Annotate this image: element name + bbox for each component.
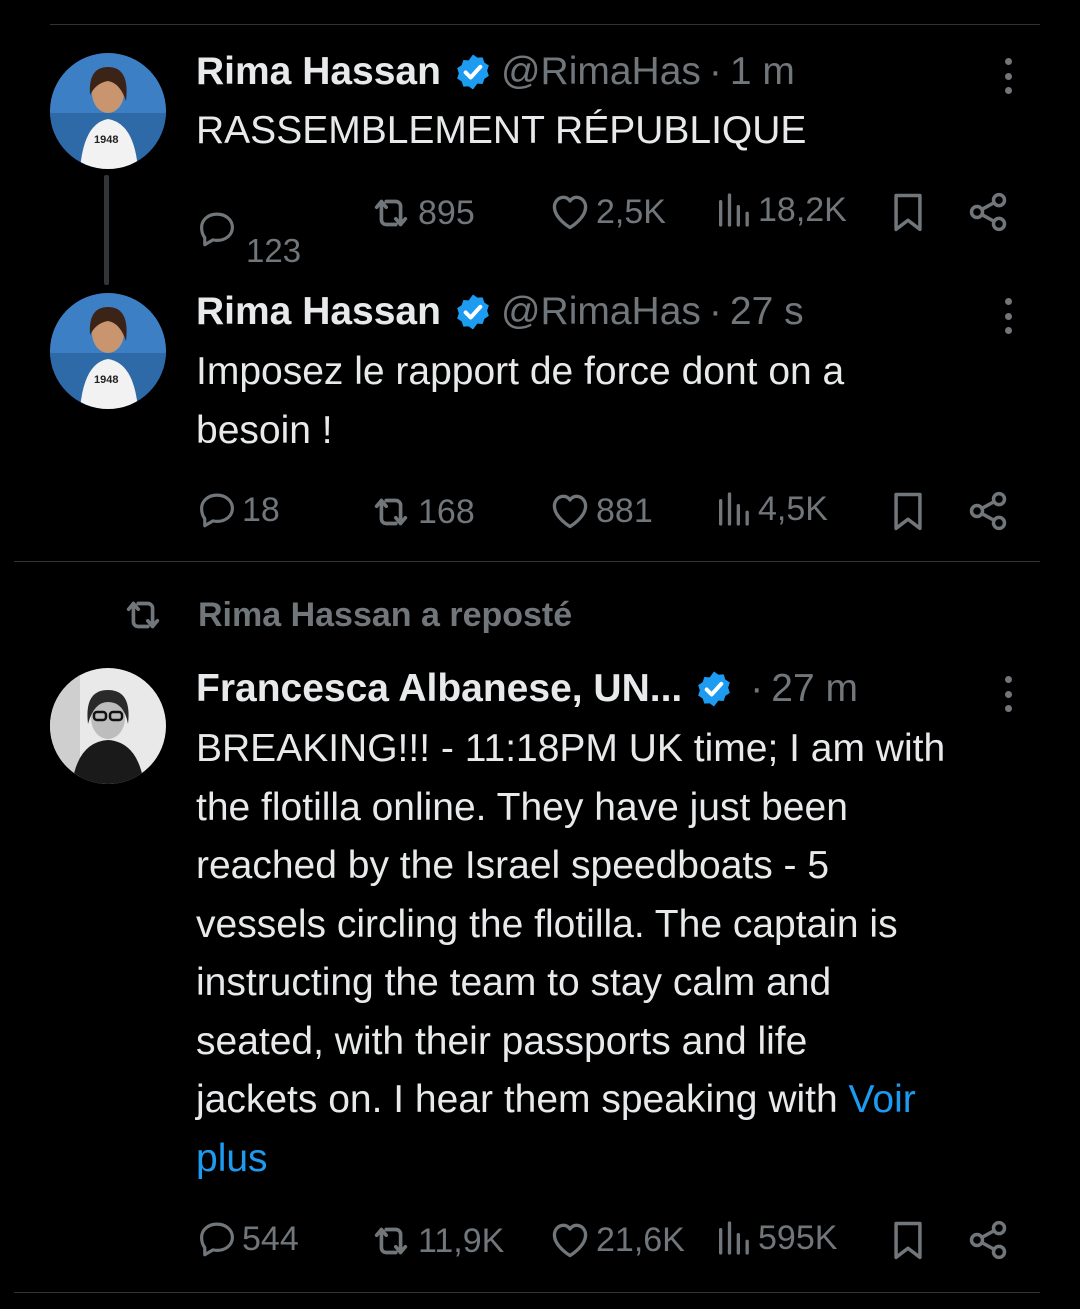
avatar-shirt-text: 1948 — [94, 134, 118, 146]
tweet-text: RASSEMBLEMENT RÉPUBLIQUE — [196, 109, 807, 152]
avatar[interactable] — [50, 668, 166, 784]
verified-badge-icon — [694, 669, 734, 709]
tweet-text-line: the flotilla online. They have just been — [196, 785, 848, 829]
more-icon[interactable] — [990, 294, 1026, 338]
reply-count: 18 — [242, 490, 280, 529]
repost-icon — [368, 190, 414, 236]
reply-button[interactable]: 123 — [196, 188, 301, 270]
share-icon — [966, 1218, 1010, 1262]
views-icon — [714, 190, 754, 230]
repost-icon — [120, 592, 166, 638]
share-icon — [966, 489, 1010, 533]
tweet-text: BREAKING!!! - 11:18PM UK time; I am with… — [196, 720, 1056, 1188]
repost-icon — [368, 489, 414, 535]
tweet-text-line: besoin ! — [196, 408, 333, 452]
separator: · — [708, 290, 722, 333]
reply-button[interactable]: 18 — [196, 489, 280, 531]
repost-count: 168 — [418, 492, 475, 531]
tweet-text-line: plus — [196, 1130, 1056, 1189]
reply-icon — [196, 208, 238, 250]
repost-indicator[interactable]: Rima Hassan a reposté — [120, 590, 572, 640]
tweet-text-line: instructing the team to stay calm and — [196, 961, 832, 1004]
views-button[interactable]: 18,2K — [714, 190, 847, 230]
bottom-divider — [14, 1292, 1040, 1293]
tweet-actions: 123 895 2,5K 18,2K — [0, 182, 1080, 269]
bookmark-icon — [886, 1218, 930, 1262]
timestamp[interactable]: 27 s — [730, 290, 804, 334]
like-count: 2,5K — [596, 192, 666, 231]
like-icon — [548, 190, 592, 234]
show-more-link-continued[interactable]: plus — [196, 1137, 268, 1180]
timestamp[interactable]: 1 m — [730, 50, 795, 94]
verified-badge-icon — [453, 292, 493, 332]
views-count: 18,2K — [758, 190, 847, 229]
like-count: 881 — [596, 491, 653, 530]
author-handle[interactable]: @RimaHas — [501, 290, 701, 334]
like-icon — [548, 489, 592, 533]
tweet-header: Rima Hassan @RimaHas · 27 s — [196, 287, 940, 337]
author-name[interactable]: Rima Hassan — [196, 290, 441, 334]
tweet-actions: 18 168 881 4,5K — [0, 481, 1080, 541]
tweet-text-line: seated, with their passports and life — [196, 1019, 808, 1063]
views-icon — [714, 489, 754, 529]
tweet-text-line: jackets on. I hear them speaking with Vo… — [196, 1071, 1056, 1130]
repost-count: 895 — [418, 193, 475, 232]
separator: · — [708, 50, 722, 93]
like-icon — [548, 1218, 592, 1262]
repost-count: 11,9K — [418, 1221, 505, 1260]
views-count: 595K — [758, 1218, 838, 1257]
bookmark-button[interactable] — [886, 1218, 930, 1262]
reply-icon — [196, 489, 238, 531]
repost-icon — [368, 1218, 414, 1264]
reply-count: 544 — [242, 1219, 299, 1258]
like-count: 21,6K — [596, 1220, 685, 1259]
bookmark-button[interactable] — [886, 190, 930, 234]
tweet-text-line: Imposez le rapport de force dont on a — [196, 350, 845, 393]
share-button[interactable] — [966, 190, 1010, 234]
views-button[interactable]: 4,5K — [714, 489, 828, 529]
repost-button[interactable]: 895 — [368, 190, 475, 236]
like-button[interactable]: 881 — [548, 489, 653, 533]
repost-button[interactable]: 11,9K — [368, 1218, 504, 1264]
share-button[interactable] — [966, 1218, 1010, 1262]
reply-button[interactable]: 544 — [196, 1218, 299, 1260]
avatar[interactable]: 1948 — [50, 53, 166, 169]
reply-icon — [196, 1218, 238, 1260]
repost-label: Rima Hassan a reposté — [198, 595, 573, 634]
tweet-header: Rima Hassan @RimaHas · 1 m — [196, 47, 940, 97]
views-button[interactable]: 595K — [714, 1218, 837, 1258]
show-more-link[interactable]: Voir — [849, 1078, 916, 1121]
bookmark-icon — [886, 190, 930, 234]
verified-badge-icon — [453, 52, 493, 92]
tweet-text-line: BREAKING!!! - 11:18PM UK time; I am with — [196, 727, 946, 770]
share-icon — [966, 190, 1010, 234]
more-icon[interactable] — [990, 672, 1026, 716]
views-icon — [714, 1218, 754, 1258]
bookmark-icon — [886, 489, 930, 533]
avatar-shirt-text: 1948 — [94, 374, 118, 386]
share-button[interactable] — [966, 489, 1010, 533]
tweet-text-line-content: jackets on. I hear them speaking with — [196, 1078, 849, 1121]
author-handle[interactable]: @RimaHas — [501, 50, 701, 94]
timestamp[interactable]: 27 m — [771, 667, 858, 711]
top-divider — [50, 24, 1040, 25]
views-count: 4,5K — [758, 489, 828, 528]
tweet-text: Imposez le rapport de force dont on a be… — [196, 343, 1036, 460]
like-button[interactable]: 21,6K — [548, 1218, 685, 1262]
like-button[interactable]: 2,5K — [548, 190, 666, 234]
author-name[interactable]: Rima Hassan — [196, 50, 441, 94]
reply-count: 123 — [246, 232, 302, 269]
tweet-divider — [14, 561, 1040, 562]
author-name[interactable]: Francesca Albanese, UN... — [196, 667, 682, 711]
separator: · — [750, 667, 764, 710]
more-icon[interactable] — [990, 54, 1026, 98]
tweet-actions: 544 11,9K 21,6K 595K — [0, 1210, 1080, 1270]
avatar[interactable]: 1948 — [50, 293, 166, 409]
tweet-header: Francesca Albanese, UN... · 27 m — [196, 664, 940, 714]
tweet-text-line: vessels circling the flotilla. The capta… — [196, 902, 898, 946]
tweet-text-line: reached by the Israel speedboats - 5 — [196, 844, 830, 887]
bookmark-button[interactable] — [886, 489, 930, 533]
repost-button[interactable]: 168 — [368, 489, 475, 535]
